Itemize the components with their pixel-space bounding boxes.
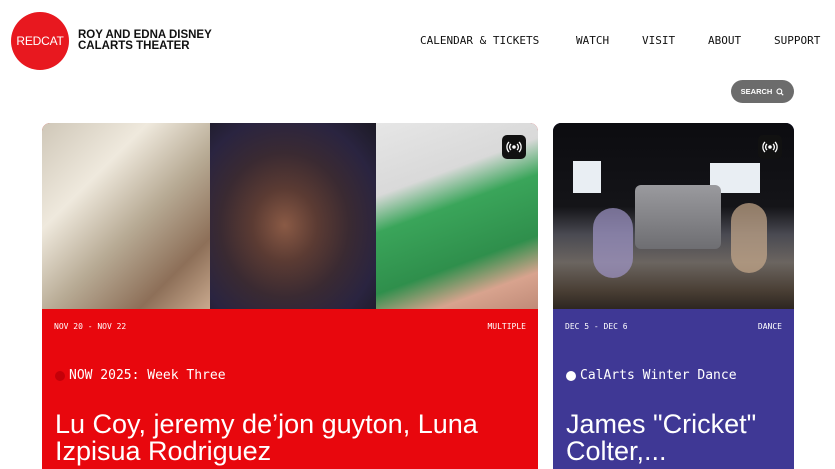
nav-support[interactable]: SUPPORT: [774, 34, 820, 47]
event-category: DANCE: [757, 322, 782, 331]
event-category: MULTIPLE: [487, 322, 526, 331]
image-panel-veil: [42, 123, 210, 309]
image-panel-dancer: [210, 123, 376, 309]
event-dates: NOV 20 - NOV 22: [54, 322, 127, 331]
event-card-calarts-winter-dance[interactable]: DEC 5 - DEC 6 DANCE CalArts Winter Dance…: [553, 123, 794, 469]
event-title[interactable]: James "Cricket" Colter,...: [566, 411, 782, 465]
nav-calendar-tickets[interactable]: CALENDAR & TICKETS: [420, 34, 539, 47]
search-icon: [776, 87, 784, 96]
screen-left: [573, 161, 601, 193]
event-series-label: CalArts Winter Dance: [580, 368, 737, 383]
main-nav: CALENDAR & TICKETS WATCH VISIT ABOUT SUP…: [0, 34, 835, 48]
event-title[interactable]: Lu Coy, jeremy de’jon guyton, Luna Izpis…: [55, 411, 526, 465]
search-button[interactable]: SEARCH: [731, 80, 794, 103]
dancer-blur-left: [593, 208, 633, 278]
event-series[interactable]: CalArts Winter Dance: [566, 368, 737, 383]
live-stream-icon: [758, 135, 782, 159]
live-stream-icon: [502, 135, 526, 159]
event-image: [553, 123, 794, 309]
series-dot: [566, 370, 576, 381]
series-dot: [55, 370, 65, 381]
event-image: [42, 123, 538, 309]
event-dates: DEC 5 - DEC 6: [565, 322, 628, 331]
nav-visit[interactable]: VISIT: [642, 34, 675, 47]
event-series[interactable]: NOW 2025: Week Three: [55, 368, 226, 383]
event-meta: NOV 20 - NOV 22 MULTIPLE: [54, 322, 526, 334]
search-label: SEARCH: [740, 87, 773, 96]
event-meta: DEC 5 - DEC 6 DANCE: [565, 322, 782, 334]
truck: [635, 185, 721, 249]
event-card-now-2025[interactable]: NOV 20 - NOV 22 MULTIPLE NOW 2025: Week …: [42, 123, 538, 469]
event-series-label: NOW 2025: Week Three: [69, 368, 226, 383]
nav-watch[interactable]: WATCH: [576, 34, 609, 47]
dancer-blur-right: [731, 203, 767, 273]
nav-about[interactable]: ABOUT: [708, 34, 741, 47]
